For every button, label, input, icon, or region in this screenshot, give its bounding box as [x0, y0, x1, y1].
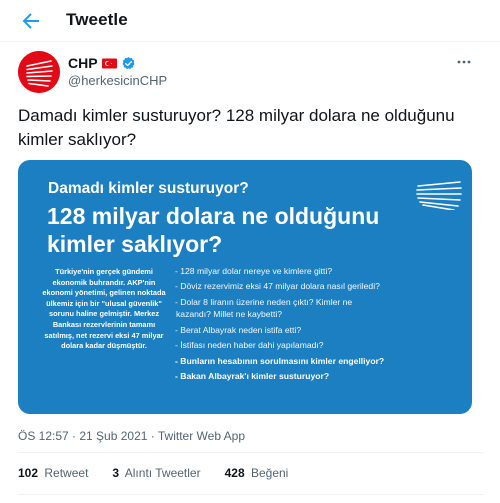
- more-options-icon[interactable]: [456, 58, 472, 66]
- question-item: - İstifası neden haber dahi yapılamadı?: [175, 340, 324, 351]
- tweet-stats: 102 Retweet 3 Alıntı Tweetler 428 Beğeni: [18, 466, 288, 480]
- tweet-media-image[interactable]: Damadı kimler susturuyor? 128 milyar dol…: [18, 160, 472, 414]
- author-row: CHP: [68, 54, 136, 72]
- question-item: kazandı? Millet ne kaybetti?: [176, 309, 283, 320]
- question-item: - Berat Albayrak neden istifa etti?: [175, 324, 302, 335]
- author-handle[interactable]: @herkesicinCHP: [68, 73, 167, 88]
- quotes-label: Alıntı Tweetler: [124, 466, 201, 480]
- likes-stat[interactable]: 428 Beğeni: [225, 466, 289, 480]
- tweet-timestamp[interactable]: ÖS 12:57 · 21 Şub 2021 · Twitter Web App: [18, 429, 245, 443]
- media-question-list: - 128 milyar dolar nereye ve kimlere git…: [175, 266, 465, 386]
- retweets-label: Retweet: [44, 466, 89, 480]
- question-item: - Bunların hesabının sorulmasını kimler …: [175, 355, 385, 366]
- page-title: Tweetle: [66, 10, 128, 29]
- chp-logo-icon: [416, 181, 462, 210]
- turkey-flag-icon: [101, 58, 117, 68]
- verified-badge-icon: [122, 56, 135, 69]
- divider: [18, 494, 484, 495]
- top-bar: Tweetle: [0, 0, 500, 42]
- question-item: - Dolar 8 liranın üzerine neden çıktı? K…: [175, 296, 353, 307]
- tweet-text: Damadı kimler susturuyor? 128 milyar dol…: [18, 106, 455, 149]
- back-arrow-icon[interactable]: [18, 9, 44, 33]
- likes-count: 428: [224, 466, 245, 480]
- author-name[interactable]: CHP: [68, 55, 98, 71]
- media-subtitle: Damadı kimler susturuyor?: [48, 180, 249, 197]
- question-item: - Bakan Albayrak'ı kimler susturuyor?: [175, 370, 330, 381]
- media-headline-line-2: kimler saklıyor?: [47, 231, 223, 257]
- question-item: - 128 milyar dolar nereye ve kimlere git…: [175, 266, 333, 276]
- divider: [18, 452, 484, 453]
- quotes-stat[interactable]: 3 Alıntı Tweetler: [112, 466, 200, 480]
- media-left-paragraph: Türkiye'nin gerçek gündemi ekonomik buhr…: [42, 267, 166, 351]
- likes-label: Beğeni: [250, 466, 289, 480]
- media-headline: 128 milyar dolara ne olduğunu kimler sak…: [47, 202, 427, 258]
- quotes-count: 3: [112, 466, 120, 480]
- avatar[interactable]: [18, 51, 60, 93]
- retweets-stat[interactable]: 102 Retweet: [18, 466, 88, 480]
- question-item: - Döviz rezervimiz eksi 47 milyar dolara…: [175, 281, 380, 292]
- retweets-count: 102: [18, 466, 39, 480]
- media-headline-line-1: 128 milyar dolara ne olduğunu: [47, 203, 380, 229]
- chp-six-arrows-icon: [18, 51, 60, 93]
